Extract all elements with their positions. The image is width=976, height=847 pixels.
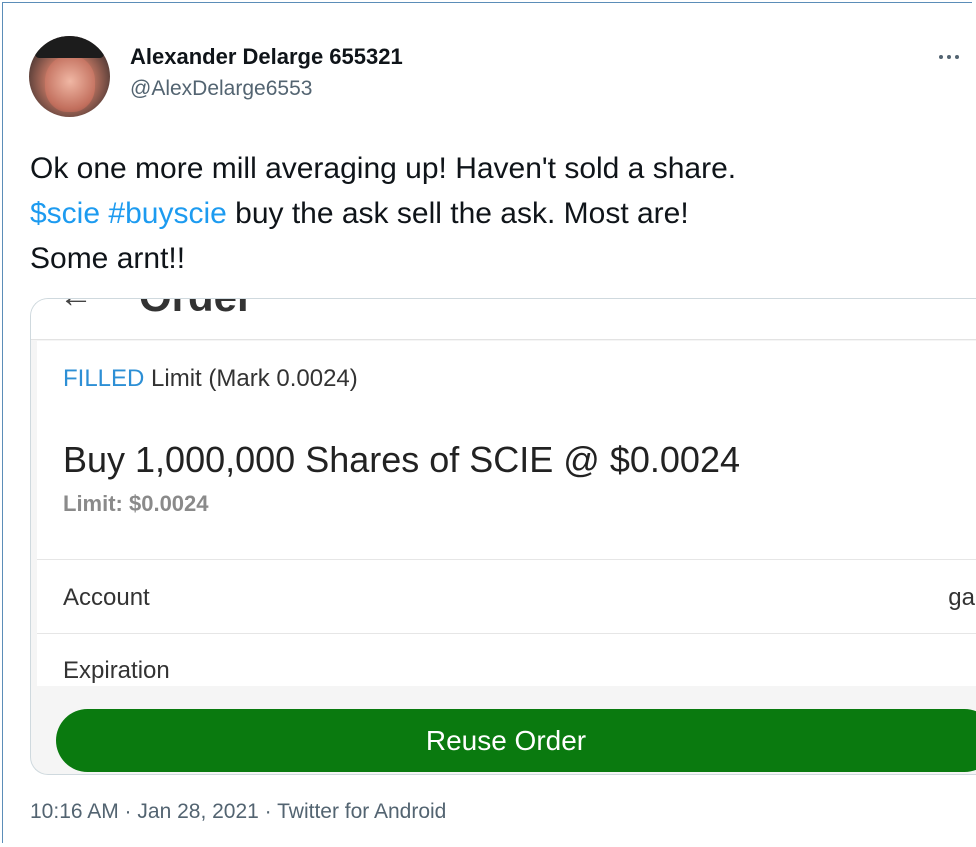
author-display-name[interactable]: Alexander Delarge 655321 bbox=[130, 44, 403, 70]
tweet-text: Ok one more mill averaging up! Haven't s… bbox=[30, 146, 950, 281]
avatar-cap bbox=[35, 36, 104, 58]
row-divider bbox=[37, 559, 976, 560]
more-icon[interactable] bbox=[934, 50, 964, 64]
avatar-face bbox=[45, 56, 95, 112]
row-divider bbox=[37, 633, 976, 634]
status-text: Limit (Mark 0.0024) bbox=[144, 365, 358, 392]
tweet-line-1: Ok one more mill averaging up! Haven't s… bbox=[30, 152, 737, 185]
author-handle[interactable]: @AlexDelarge6553 bbox=[130, 77, 312, 101]
account-label: Account bbox=[63, 584, 150, 611]
more-dot bbox=[947, 55, 951, 59]
back-arrow-icon: ← bbox=[59, 299, 93, 316]
limit-text: Limit: $0.0024 bbox=[63, 491, 209, 516]
order-title: Order bbox=[139, 299, 253, 321]
hashtag-link[interactable]: #buyscie bbox=[108, 197, 226, 230]
status-filled: FILLED bbox=[63, 365, 145, 392]
order-status-line: FILLED Limit (Mark 0.0024) bbox=[63, 365, 358, 393]
account-value: ga bbox=[948, 584, 975, 611]
tweet-timestamp[interactable]: 10:16 AM · Jan 28, 2021 · Twitter for An… bbox=[30, 800, 446, 824]
avatar[interactable] bbox=[29, 36, 110, 117]
reuse-order-button: Reuse Order bbox=[56, 709, 976, 772]
order-header: ← Order bbox=[31, 299, 976, 340]
tweet-line-2-rest: buy the ask sell the ask. Most are! bbox=[226, 197, 689, 230]
tweet-line-2: $scie #buyscie buy the ask sell the ask.… bbox=[30, 191, 950, 236]
cashtag-link[interactable]: $scie bbox=[30, 197, 100, 230]
media-card[interactable]: ← Order FILLED Limit (Mark 0.0024) Buy 1… bbox=[30, 298, 976, 775]
reuse-order-label: Reuse Order bbox=[425, 725, 587, 756]
tweet-line-3: Some arnt!! bbox=[30, 242, 186, 275]
more-dot bbox=[939, 55, 943, 59]
more-dot bbox=[955, 55, 959, 59]
order-panel: FILLED Limit (Mark 0.0024) Buy 1,000,000… bbox=[37, 341, 976, 686]
expiration-label: Expiration bbox=[63, 657, 170, 684]
order-summary: Buy 1,000,000 Shares of SCIE @ $0.0024 bbox=[63, 439, 740, 480]
